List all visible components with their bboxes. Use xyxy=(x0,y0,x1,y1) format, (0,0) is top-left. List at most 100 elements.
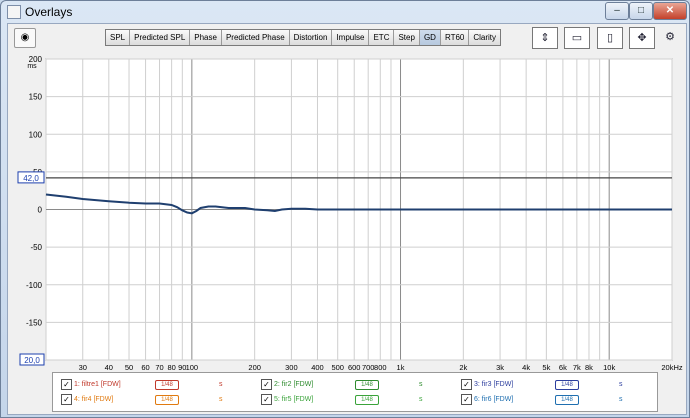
group-delay-chart[interactable]: 200150100500-50-100-150-200ms30405060708… xyxy=(8,52,686,372)
app-icon xyxy=(7,5,21,19)
export-icon[interactable]: ▭ xyxy=(564,27,590,49)
tab-rt60[interactable]: RT60 xyxy=(440,30,470,45)
y-tick-label: -150 xyxy=(26,318,43,327)
smoothing-glyph[interactable]: 1/48 xyxy=(155,395,179,405)
y-tick-label: 150 xyxy=(29,93,43,102)
legend-name: fir6 [FDW] xyxy=(481,396,514,403)
window-title: Overlays xyxy=(25,5,73,19)
legend-name: filtre1 [FDW] xyxy=(81,381,121,388)
legend-name: fir4 [FDW] xyxy=(81,396,114,403)
tab-spl[interactable]: SPL xyxy=(106,30,131,45)
legend-item: ✓ 6: fir6 [FDW] 1/48 s xyxy=(461,393,651,407)
legend-item: ✓ 4: fir4 [FDW] 1/48 s xyxy=(61,393,251,407)
x-tick-label: 30 xyxy=(79,363,87,372)
legend-unit: s xyxy=(419,396,423,403)
x-tick-label: 5k xyxy=(542,363,550,372)
y-axis-label: ms xyxy=(27,63,37,70)
legend-unit: s xyxy=(619,381,623,388)
x-tick-label: 700 xyxy=(362,363,375,372)
smoothing-glyph[interactable]: 1/48 xyxy=(355,380,379,390)
x-tick-label: 7k xyxy=(573,363,581,372)
x-tick-label: 8k xyxy=(585,363,593,372)
camera-icon[interactable]: ◉ xyxy=(14,28,36,48)
x-tick-label: 20kHz xyxy=(661,363,683,372)
minimize-button[interactable]: – xyxy=(605,2,629,20)
color-swatch-icon[interactable]: ▯ xyxy=(597,27,623,49)
cursor-y-readout: 42,0 xyxy=(23,174,39,183)
legend-label: 5: fir5 [FDW] xyxy=(274,393,313,407)
legend-checkbox[interactable]: ✓ xyxy=(61,394,72,405)
y-tick-label: 100 xyxy=(29,130,43,139)
legend-checkbox[interactable]: ✓ xyxy=(261,394,272,405)
legend-unit: s xyxy=(619,396,623,403)
x-tick-label: 80 xyxy=(167,363,175,372)
y-tick-label: -100 xyxy=(26,281,43,290)
y-tick-label: -50 xyxy=(30,243,42,252)
tab-distortion[interactable]: Distortion xyxy=(289,30,333,45)
legend-checkbox[interactable]: ✓ xyxy=(261,379,272,390)
smoothing-glyph[interactable]: 1/48 xyxy=(555,380,579,390)
toolbar: ◉ SPL Predicted SPL Phase Predicted Phase Di… xyxy=(8,24,686,50)
legend-index: 1: xyxy=(74,381,82,388)
legend-index: 2: xyxy=(274,381,282,388)
x-tick-label: 400 xyxy=(311,363,324,372)
smoothing-glyph[interactable]: 1/48 xyxy=(155,380,179,390)
tab-impulse[interactable]: Impulse xyxy=(332,30,370,45)
tab-step[interactable]: Step xyxy=(394,30,420,45)
x-tick-label: 100 xyxy=(186,363,199,372)
y-tick-label: 0 xyxy=(38,206,43,215)
legend-checkbox[interactable]: ✓ xyxy=(461,379,472,390)
capture-icon[interactable]: ⇕ xyxy=(532,27,558,49)
cursor-x-readout: 20,0 xyxy=(24,356,40,365)
legend-unit: s xyxy=(219,381,223,388)
x-tick-label: 2k xyxy=(459,363,467,372)
legend-index: 3: xyxy=(474,381,482,388)
legend-label: 6: fir6 [FDW] xyxy=(474,393,513,407)
legend-unit: s xyxy=(219,396,223,403)
x-tick-label: 500 xyxy=(331,363,344,372)
legend-index: 5: xyxy=(274,396,282,403)
legend-name: fir2 [FDW] xyxy=(281,381,314,388)
x-tick-label: 300 xyxy=(285,363,298,372)
x-tick-label: 4k xyxy=(522,363,530,372)
title-bar[interactable]: Overlays – □ ✕ xyxy=(1,1,689,23)
overlays-window: Overlays – □ ✕ ◉ SPL Predicted SPL Phase Pr… xyxy=(0,0,690,418)
legend-item: ✓ 1: filtre1 [FDW] 1/48 s xyxy=(61,378,251,392)
legend-item: ✓ 2: fir2 [FDW] 1/48 s xyxy=(261,378,451,392)
x-tick-label: 60 xyxy=(141,363,149,372)
legend-name: fir3 [FDW] xyxy=(481,381,514,388)
tab-gd[interactable]: GD xyxy=(419,30,441,45)
settings-gear-icon[interactable]: ⚙ xyxy=(661,27,679,47)
legend-name: fir5 [FDW] xyxy=(281,396,314,403)
legend-index: 6: xyxy=(474,396,482,403)
legend-label: 1: filtre1 [FDW] xyxy=(74,378,121,392)
legend-label: 4: fir4 [FDW] xyxy=(74,393,113,407)
x-tick-label: 600 xyxy=(348,363,361,372)
tab-clarity[interactable]: Clarity xyxy=(469,30,501,45)
tab-predicted-spl[interactable]: Predicted SPL xyxy=(130,30,191,45)
plot-area[interactable]: 200150100500-50-100-150-200ms30405060708… xyxy=(8,52,686,372)
legend-checkbox[interactable]: ✓ xyxy=(61,379,72,390)
x-tick-label: 800 xyxy=(374,363,387,372)
x-tick-label: 70 xyxy=(155,363,163,372)
legend-item: ✓ 5: fir5 [FDW] 1/48 s xyxy=(261,393,451,407)
x-tick-label: 10k xyxy=(603,363,615,372)
x-tick-label: 40 xyxy=(105,363,113,372)
legend-item: ✓ 3: fir3 [FDW] 1/48 s xyxy=(461,378,651,392)
tab-predicted-phase[interactable]: Predicted Phase xyxy=(221,30,290,45)
tab-etc[interactable]: ETC xyxy=(369,30,395,45)
axis-limits-icon[interactable]: ✥ xyxy=(629,27,655,49)
smoothing-glyph[interactable]: 1/48 xyxy=(355,395,379,405)
overlays-panel: ◉ SPL Predicted SPL Phase Predicted Phase Di… xyxy=(7,23,687,415)
x-tick-label: 1k xyxy=(397,363,405,372)
legend-label: 3: fir3 [FDW] xyxy=(474,378,513,392)
smoothing-glyph[interactable]: 1/48 xyxy=(555,395,579,405)
x-tick-label: 200 xyxy=(248,363,261,372)
legend-checkbox[interactable]: ✓ xyxy=(461,394,472,405)
legend-index: 4: xyxy=(74,396,82,403)
tab-phase[interactable]: Phase xyxy=(190,30,222,45)
close-button[interactable]: ✕ xyxy=(653,2,687,20)
x-tick-label: 3k xyxy=(496,363,504,372)
maximize-button[interactable]: □ xyxy=(629,2,653,20)
graph-tabs: SPL Predicted SPL Phase Predicted Phase Dist… xyxy=(105,29,502,46)
